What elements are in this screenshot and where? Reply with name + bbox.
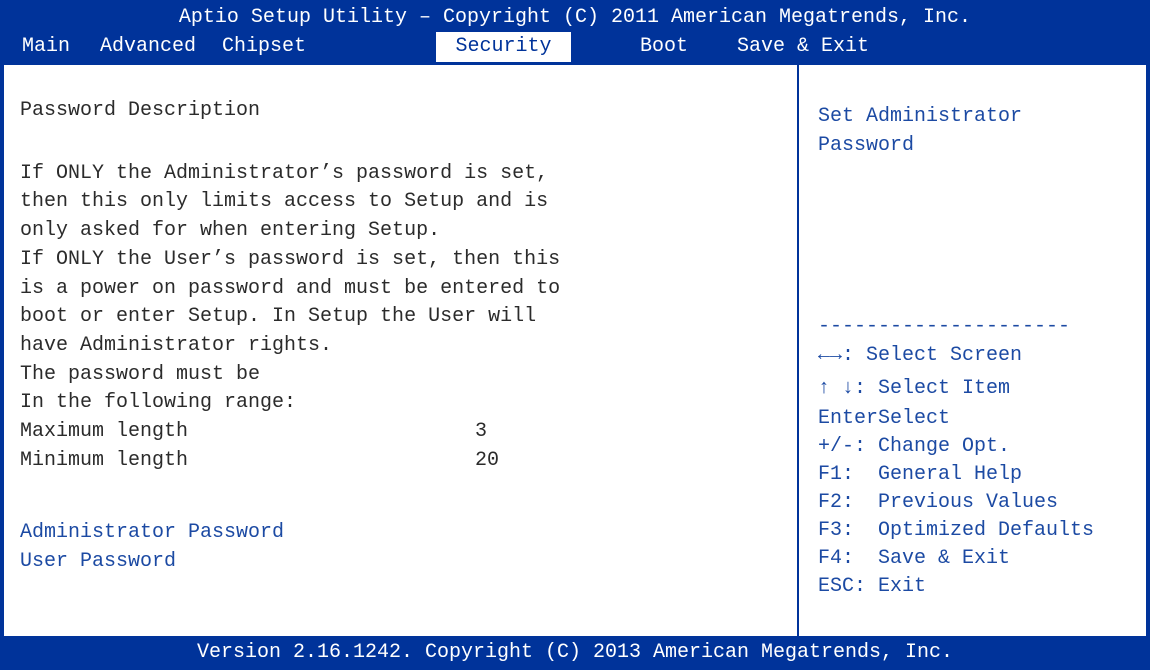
tab-chipset[interactable]: Chipset <box>222 32 322 62</box>
tab-save-exit[interactable]: Save & Exit <box>737 32 887 62</box>
description-line: have Administrator rights. <box>20 334 333 357</box>
tab-advanced[interactable]: Advanced <box>100 32 212 62</box>
description-line: If ONLY the Administrator’s password is … <box>20 162 549 185</box>
key-hint-general-help: F1: General Help <box>818 463 1023 486</box>
pane-divider <box>797 65 799 636</box>
description-line: then this only limits access to Setup an… <box>20 190 549 213</box>
description-line: In the following range: <box>20 391 297 414</box>
max-length-value: 3 <box>475 420 488 443</box>
key-hint-change-opt: +/-: Change Opt. <box>818 435 1011 458</box>
description-line: boot or enter Setup. In Setup the User w… <box>20 305 537 328</box>
key-hint-select-item: ↑ ↓: Select Item <box>818 377 1011 400</box>
key-hint-previous-values: F2: Previous Values <box>818 491 1059 514</box>
footer-version: Version 2.16.1242. Copyright (C) 2013 Am… <box>0 636 1150 670</box>
min-length-value: 20 <box>475 449 500 472</box>
help-description-line: Set Administrator <box>818 105 1023 128</box>
tab-main[interactable]: Main <box>22 32 84 62</box>
max-length-label: Maximum length <box>20 420 189 443</box>
description-line: only asked for when entering Setup. <box>20 219 441 242</box>
help-description-line: Password <box>818 134 915 157</box>
app-title: Aptio Setup Utility – Copyright (C) 2011… <box>178 6 972 29</box>
description-line: is a power on password and must be enter… <box>20 277 561 300</box>
tab-boot[interactable]: Boot <box>640 32 700 62</box>
description-line: If ONLY the User’s password is set, then… <box>20 248 561 271</box>
section-title: Password Description <box>20 99 261 122</box>
help-separator: --------------------- <box>818 315 1071 338</box>
header-bar: Aptio Setup Utility – Copyright (C) 2011… <box>0 0 1150 65</box>
administrator-password-option[interactable]: Administrator Password <box>20 519 284 547</box>
description-line: The password must be <box>20 363 261 386</box>
min-length-label: Minimum length <box>20 449 189 472</box>
user-password-option[interactable]: User Password <box>20 548 176 576</box>
key-hint-save-exit: F4: Save & Exit <box>818 547 1011 570</box>
key-hint-exit: ESC: Exit <box>818 575 927 598</box>
key-hint-optimized-defaults: F3: Optimized Defaults <box>818 519 1095 542</box>
key-hint-enter-select: EnterSelect <box>818 407 951 430</box>
bios-setup-screen: Aptio Setup Utility – Copyright (C) 2011… <box>0 0 1150 670</box>
tab-security[interactable]: Security <box>436 32 571 64</box>
key-hint-select-screen: ←→: Select Screen <box>818 344 1023 367</box>
tab-bar: Main Advanced Chipset Security Boot Save… <box>0 32 1150 64</box>
